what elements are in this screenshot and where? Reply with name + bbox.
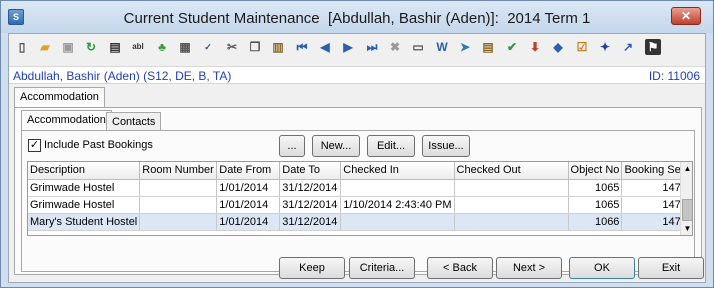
cell-date-from: 1/01/2014	[216, 196, 281, 214]
cell-checked-out	[454, 196, 569, 214]
open-folder-icon[interactable]: ▰	[37, 39, 53, 55]
grid-scrollbar[interactable]: ▲ ▼	[680, 162, 692, 235]
card-icon[interactable]: ▭	[410, 39, 426, 55]
cell-room-number	[139, 213, 218, 231]
student-name: Abdullah, Bashir (Aden) (S12, DE, B, TA)	[13, 69, 232, 83]
back-button[interactable]: < Back	[427, 257, 493, 279]
clipboard-icon[interactable]: ▤	[480, 39, 496, 55]
print-icon[interactable]: ▤	[107, 39, 123, 55]
table-row-selected[interactable]: Mary's Student Hostel 1/01/2014 31/12/20…	[28, 213, 690, 231]
cell-checked-in	[340, 213, 455, 231]
criteria-button[interactable]: Criteria...	[349, 257, 415, 279]
bookings-table: Description Room Number Date From Date T…	[28, 162, 690, 231]
cell-date-from: 1/01/2014	[216, 179, 281, 197]
copy-icon[interactable]: ❐	[247, 39, 263, 55]
cell-object-no: 1065	[568, 196, 623, 214]
calculator-icon[interactable]: ▦	[177, 39, 193, 55]
bookings-panel: ✓ Include Past Bookings ... New... Edit.…	[21, 130, 695, 272]
keep-button[interactable]: Keep	[279, 257, 345, 279]
cell-room-number	[139, 179, 218, 197]
cell-checked-in: 1/10/2014 2:43:40 PM	[340, 196, 455, 214]
checklist-icon[interactable]: ☑	[574, 39, 590, 55]
new-button[interactable]: New...	[312, 135, 360, 157]
grid-header-row: Description Room Number Date From Date T…	[28, 162, 690, 180]
next-button[interactable]: Next >	[496, 257, 562, 279]
save-icon[interactable]: ▣	[60, 39, 76, 55]
cell-object-no: 1065	[568, 179, 623, 197]
scroll-up-arrow-icon[interactable]: ▲	[681, 162, 692, 175]
arrow-up-right-icon[interactable]: ↗	[620, 39, 636, 55]
include-past-bookings-checkbox[interactable]: ✓	[28, 139, 41, 152]
ok-button[interactable]: OK	[569, 257, 635, 279]
subtab-contacts[interactable]: Contacts	[106, 112, 162, 130]
column-header[interactable]: Checked Out	[454, 162, 569, 180]
cell-checked-out	[454, 213, 569, 231]
cell-checked-in	[340, 179, 455, 197]
table-row[interactable]: Grimwade Hostel 1/01/2014 31/12/2014 106…	[28, 179, 690, 197]
first-record-icon[interactable]: ⏮	[294, 39, 310, 55]
tag-icon[interactable]: ◆	[550, 39, 566, 55]
refresh-icon[interactable]: ↻	[83, 39, 99, 55]
scroll-down-arrow-icon[interactable]: ▼	[681, 222, 692, 235]
browse-button[interactable]: ...	[279, 135, 305, 157]
tab-accommodation[interactable]: Accommodation	[14, 87, 105, 108]
column-header[interactable]: Date From	[216, 162, 281, 180]
cell-room-number	[139, 196, 218, 214]
column-header[interactable]: Description	[28, 162, 141, 180]
cell-description: Grimwade Hostel	[28, 179, 141, 197]
column-header[interactable]: Object No	[568, 162, 623, 180]
word-document-icon[interactable]: W	[434, 39, 450, 55]
previous-record-icon[interactable]: ◀	[317, 39, 333, 55]
window-title: Current Student Maintenance [Abdullah, B…	[123, 10, 591, 27]
close-button[interactable]: ✕	[671, 7, 701, 25]
include-past-bookings-label: Include Past Bookings	[44, 139, 153, 151]
delete-icon[interactable]: ✖	[387, 39, 403, 55]
tree-icon[interactable]: ♣	[154, 39, 170, 55]
column-header[interactable]: Room Number	[139, 162, 218, 180]
cell-date-to: 31/12/2014	[279, 196, 342, 214]
bookings-grid: Description Room Number Date From Date T…	[27, 161, 693, 236]
download-icon[interactable]: ⬇	[527, 39, 543, 55]
spellcheck-icon[interactable]: ✓	[200, 39, 216, 55]
cell-date-to: 31/12/2014	[279, 179, 342, 197]
cell-date-to: 31/12/2014	[279, 213, 342, 231]
toolbar: ▯ ▰ ▣ ↻ ▤ abl ♣ ▦ ✓ ✂ ❐ ▥ ⏮ ◀ ▶ ⏭ ✖ ▭ W …	[9, 34, 705, 60]
cut-icon[interactable]: ✂	[224, 39, 240, 55]
edit-button[interactable]: Edit...	[367, 135, 415, 157]
scroll-thumb[interactable]	[682, 199, 692, 221]
text-field-icon[interactable]: abl	[130, 39, 146, 55]
pin-icon[interactable]: ✦	[597, 39, 613, 55]
column-header[interactable]: Checked In	[340, 162, 455, 180]
approve-icon[interactable]: ✔	[504, 39, 520, 55]
cell-checked-out	[454, 179, 569, 197]
student-id: ID: 11006	[648, 69, 700, 83]
student-header: Abdullah, Bashir (Aden) (S12, DE, B, TA)…	[9, 66, 705, 84]
next-record-icon[interactable]: ▶	[340, 39, 356, 55]
accommodation-panel: Accommodation Contacts ✓ Include Past Bo…	[14, 107, 702, 275]
flag-icon[interactable]: ⚑	[645, 39, 661, 55]
paste-icon[interactable]: ▥	[270, 39, 286, 55]
cell-object-no: 1066	[568, 213, 623, 231]
table-row[interactable]: Grimwade Hostel 1/01/2014 31/12/2014 1/1…	[28, 196, 690, 214]
client-area: ▯ ▰ ▣ ↻ ▤ abl ♣ ▦ ✓ ✂ ❐ ▥ ⏮ ◀ ▶ ⏭ ✖ ▭ W …	[8, 33, 706, 283]
exit-button[interactable]: Exit	[638, 257, 704, 279]
last-record-icon[interactable]: ⏭	[364, 39, 380, 55]
new-icon[interactable]: ▯	[14, 39, 30, 55]
title-bar: S Current Student Maintenance [Abdullah,…	[1, 1, 713, 33]
column-header[interactable]: Date To	[279, 162, 342, 180]
cell-description: Grimwade Hostel	[28, 196, 141, 214]
subtab-accommodation[interactable]: Accommodation	[21, 110, 112, 131]
send-icon[interactable]: ➤	[457, 39, 473, 55]
cell-date-from: 1/01/2014	[216, 213, 281, 231]
cell-description: Mary's Student Hostel	[28, 213, 141, 231]
issue-button[interactable]: Issue...	[422, 135, 470, 157]
main-window: S Current Student Maintenance [Abdullah,…	[0, 0, 714, 288]
